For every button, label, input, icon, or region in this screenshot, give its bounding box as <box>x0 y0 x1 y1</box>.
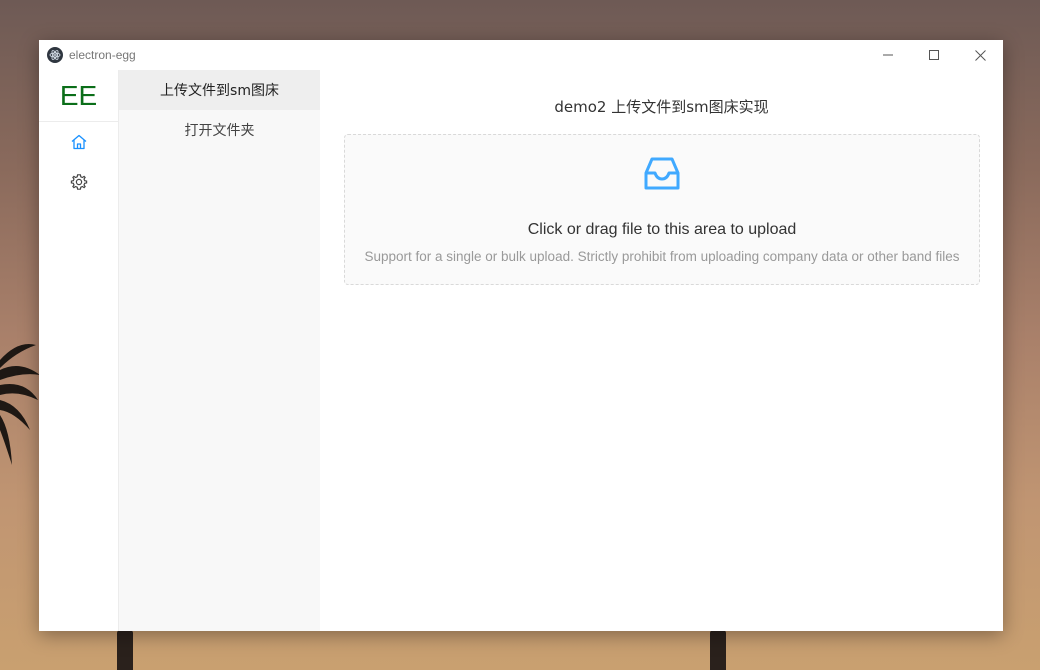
palm-trunk <box>710 630 726 670</box>
minimize-icon <box>883 54 893 56</box>
app-window: electron-egg EE 上传文件到sm图床 打开文件夹 demo2 上传… <box>39 40 1003 631</box>
submenu-item-upload-sm[interactable]: 上传文件到sm图床 <box>119 70 320 110</box>
inbox-icon <box>643 155 681 197</box>
upload-dropzone[interactable]: Click or drag file to this area to uploa… <box>344 134 980 285</box>
window-title: electron-egg <box>69 48 136 62</box>
gear-icon <box>70 174 87 190</box>
rail-item-home[interactable] <box>39 122 118 162</box>
home-icon <box>71 134 86 150</box>
palm-trunk <box>117 630 133 670</box>
icon-rail: EE <box>39 70 119 631</box>
page-title: demo2 上传文件到sm图床实现 <box>554 98 769 116</box>
window-controls <box>865 40 1003 70</box>
close-button[interactable] <box>957 40 1003 70</box>
electron-app-icon <box>47 47 63 63</box>
minimize-button[interactable] <box>865 40 911 70</box>
app-body: EE 上传文件到sm图床 打开文件夹 demo2 上传文件到sm图床实现 Cli… <box>39 70 1003 631</box>
maximize-icon <box>929 50 939 60</box>
submenu-item-open-folder[interactable]: 打开文件夹 <box>119 110 320 150</box>
close-icon <box>974 49 986 61</box>
palm-tree-silhouette <box>0 344 40 465</box>
maximize-button[interactable] <box>911 40 957 70</box>
main-content: demo2 上传文件到sm图床实现 Click or drag file to … <box>320 70 1003 631</box>
rail-item-settings[interactable] <box>39 162 118 202</box>
app-logo: EE <box>39 70 118 122</box>
upload-text: Click or drag file to this area to uploa… <box>527 221 797 238</box>
upload-hint: Support for a single or bulk upload. Str… <box>364 249 960 264</box>
sub-menu: 上传文件到sm图床 打开文件夹 <box>119 70 320 631</box>
title-bar[interactable]: electron-egg <box>39 40 1003 70</box>
